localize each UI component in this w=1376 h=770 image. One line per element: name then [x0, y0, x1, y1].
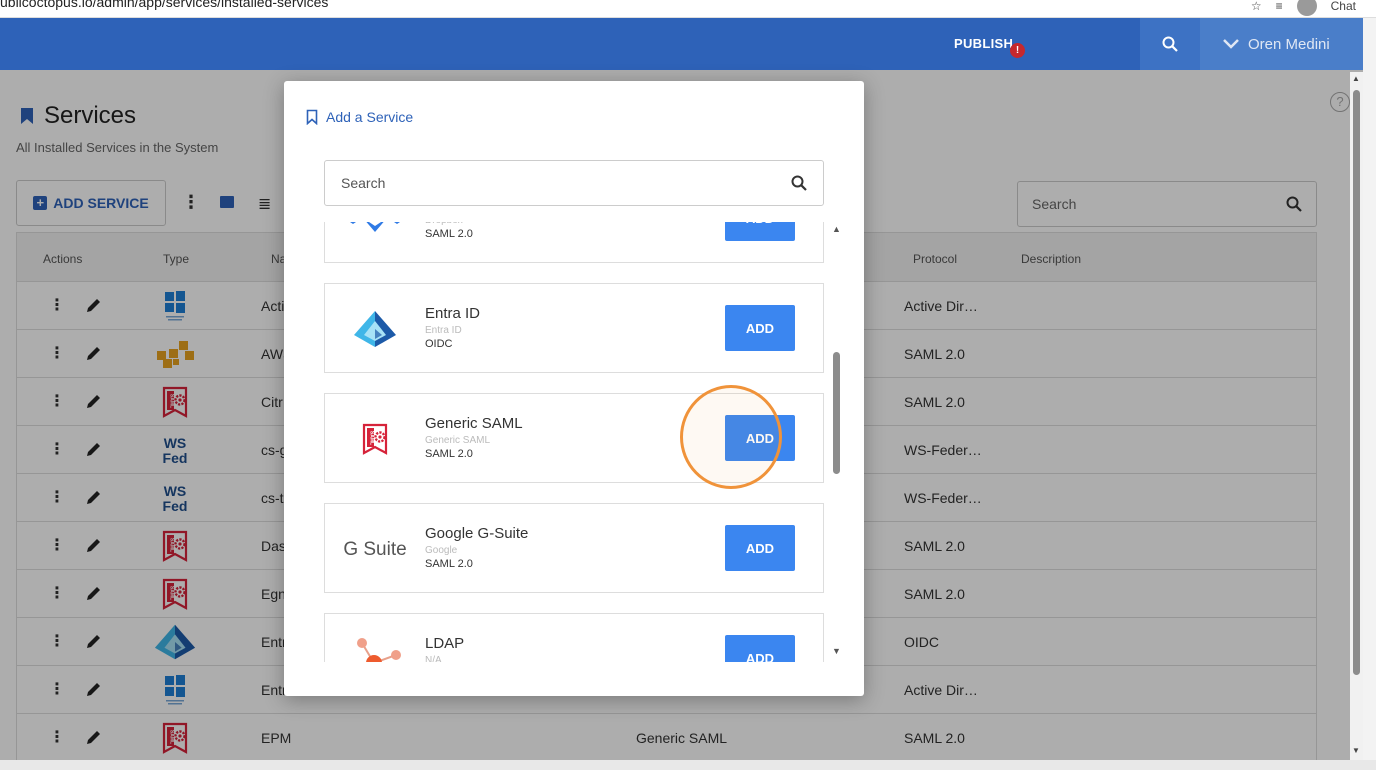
- add-service-card-button[interactable]: ADD: [725, 525, 795, 571]
- app-header: PUBLISH ! Oren Medini: [0, 18, 1363, 70]
- page-scrollbar[interactable]: ▲ ▼: [1350, 72, 1363, 760]
- service-protocol: SAML 2.0: [425, 558, 473, 570]
- ldap-icon: [341, 630, 409, 662]
- add-service-card-button[interactable]: ADD: [725, 222, 795, 241]
- svg-text:SAML: SAML: [369, 431, 375, 445]
- service-name: LDAP: [425, 635, 465, 652]
- user-menu[interactable]: Oren Medini: [1200, 18, 1363, 70]
- profile-avatar[interactable]: [1296, 0, 1317, 16]
- click-highlight-ring: [680, 385, 782, 489]
- service-name: Google G-Suite: [425, 525, 529, 542]
- service-card: Dropbox SAML 2.0 ADD: [324, 222, 824, 263]
- service-protocol: SAML 2.0: [425, 228, 473, 240]
- chevron-down-icon: [1223, 39, 1239, 49]
- service-vendor: Google: [425, 545, 458, 556]
- svg-text:G Suite: G Suite: [343, 539, 406, 560]
- add-service-card-button[interactable]: ADD: [725, 305, 795, 351]
- modal-scrollbar[interactable]: ▲ ▼: [832, 222, 842, 662]
- dropbox-icon: [341, 222, 409, 248]
- service-card: Entra ID Entra ID OIDC ADD: [324, 283, 824, 373]
- search-icon: [791, 175, 807, 191]
- service-protocol: SAML 2.0: [425, 448, 473, 460]
- chat-label[interactable]: Chat: [1331, 0, 1356, 13]
- window-bottom-edge: [0, 760, 1376, 770]
- service-vendor: Entra ID: [425, 325, 462, 336]
- gsuite-icon: G Suite: [341, 520, 409, 578]
- service-vendor: N/A: [425, 655, 442, 662]
- modal-search-placeholder: Search: [341, 175, 386, 191]
- service-name: Entra ID: [425, 305, 481, 322]
- add-service-modal: Add a Service Search DropboxSAML 2.0ADDE…: [284, 81, 864, 696]
- service-card: G Suite Google G-Suite Google SAML 2.0 ADD: [324, 503, 824, 593]
- service-card: LDAP N/A ADD: [324, 613, 824, 662]
- modal-scroll-up-icon[interactable]: ▲: [832, 224, 841, 234]
- modal-scroll-down-icon[interactable]: ▼: [832, 646, 841, 656]
- bookmark-outline-icon: [306, 109, 318, 125]
- service-protocol: OIDC: [425, 338, 453, 350]
- page-scroll-thumb[interactable]: [1353, 90, 1360, 675]
- reading-list-icon[interactable]: ≡: [1276, 0, 1283, 13]
- modal-search-input[interactable]: Search: [324, 160, 824, 206]
- publish-button[interactable]: PUBLISH: [954, 36, 1013, 51]
- modal-scroll-thumb[interactable]: [833, 352, 840, 474]
- service-name: Generic SAML: [425, 415, 523, 432]
- bookmark-star-icon[interactable]: ☆: [1251, 0, 1262, 13]
- entra-icon: [341, 300, 409, 358]
- publish-alert-badge: !: [1010, 43, 1025, 58]
- modal-title-text: Add a Service: [326, 109, 414, 125]
- modal-title: Add a Service: [306, 109, 413, 125]
- user-name: Oren Medini: [1248, 35, 1330, 53]
- saml-icon: SAML: [341, 410, 409, 468]
- search-icon: [1162, 36, 1178, 52]
- service-vendor: Dropbox: [425, 222, 463, 226]
- browser-controls: ☆ ≡ Chat: [1251, 0, 1356, 16]
- service-vendor: Generic SAML: [425, 435, 491, 446]
- scroll-up-arrow-icon[interactable]: ▲: [1352, 74, 1360, 83]
- browser-url[interactable]: ublicoctopus.io/admin/app/services/insta…: [0, 0, 328, 10]
- header-search-button[interactable]: [1140, 18, 1200, 70]
- scroll-down-arrow-icon[interactable]: ▼: [1352, 746, 1360, 755]
- add-service-card-button[interactable]: ADD: [725, 635, 795, 662]
- browser-url-bar: ublicoctopus.io/admin/app/services/insta…: [0, 0, 1376, 18]
